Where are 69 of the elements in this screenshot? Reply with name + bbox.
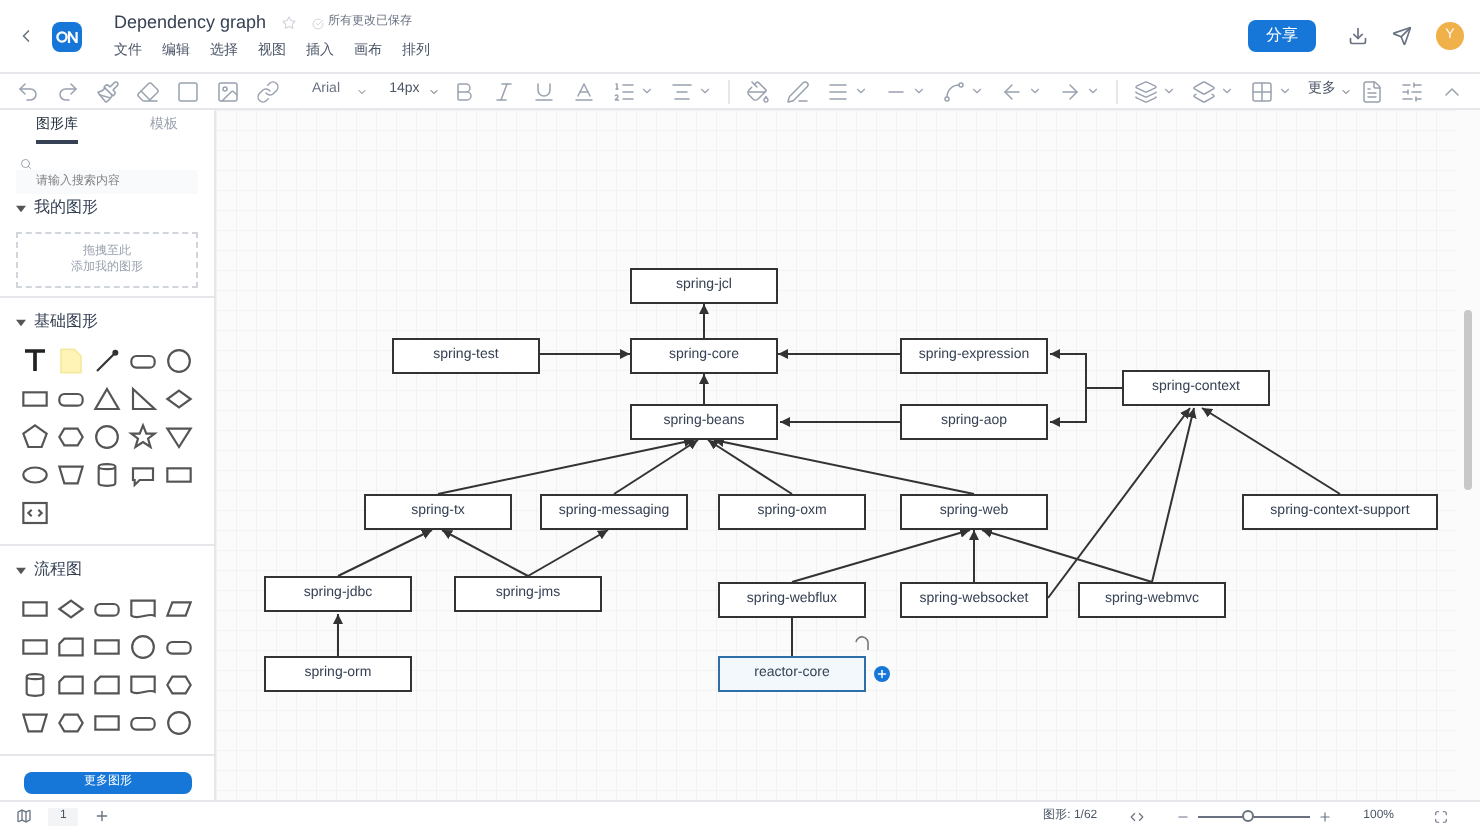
arrow[interactable] — [1151, 407, 1197, 583]
arrow[interactable] — [779, 417, 901, 427]
circle-shape-icon[interactable] — [91, 422, 122, 452]
card-shape-icon[interactable] — [55, 670, 86, 700]
fit-icon[interactable] — [1129, 809, 1144, 823]
send-icon[interactable] — [1392, 26, 1412, 46]
trapezoid-shape-icon[interactable] — [55, 460, 86, 490]
caret-icon — [427, 85, 440, 97]
star-icon[interactable] — [282, 16, 297, 31]
caret-icon — [356, 85, 369, 97]
arrow[interactable] — [707, 439, 793, 495]
rotate-handle-icon[interactable] — [854, 636, 870, 652]
document-title[interactable]: Dependency graph — [114, 10, 267, 37]
right-triangle-shape-icon[interactable] — [128, 384, 159, 414]
arrow[interactable] — [437, 437, 695, 495]
hexagon-shape-icon[interactable] — [55, 708, 86, 738]
section-title[interactable]: 流程图 — [34, 558, 82, 582]
hexagon-shape-icon[interactable] — [164, 670, 195, 700]
circle-shape-icon[interactable] — [128, 632, 159, 662]
trapezoid-shape-icon[interactable] — [19, 708, 50, 738]
arrow[interactable] — [699, 373, 709, 405]
expand-caret-icon[interactable] — [16, 203, 26, 213]
inverted-triangle-shape-icon[interactable] — [164, 422, 195, 452]
arrow[interactable] — [969, 529, 979, 583]
code-shape-icon[interactable] — [19, 498, 50, 528]
pentagon-shape-icon[interactable] — [19, 422, 50, 452]
search-icon — [20, 158, 32, 170]
ellipse-shape-icon[interactable] — [19, 460, 50, 490]
arrow[interactable] — [713, 437, 975, 495]
download-icon[interactable] — [1348, 26, 1368, 46]
line-shape-icon[interactable] — [91, 346, 122, 376]
arrow[interactable] — [337, 529, 433, 577]
scrollbar[interactable] — [1464, 310, 1472, 490]
fullscreen-icon[interactable] — [1434, 809, 1448, 823]
diamond-shape-icon[interactable] — [55, 594, 86, 624]
document-shape-icon[interactable] — [128, 594, 159, 624]
arrow[interactable] — [699, 303, 709, 339]
arrow[interactable] — [527, 529, 609, 577]
section-title[interactable]: 我的图形 — [34, 196, 98, 220]
arrow[interactable] — [791, 528, 971, 583]
hexagon-shape-icon[interactable] — [55, 422, 86, 452]
arrow[interactable] — [539, 349, 631, 359]
star-shape-icon[interactable] — [128, 422, 159, 452]
arrow[interactable] — [613, 439, 699, 495]
diamond-shape-icon[interactable] — [164, 384, 195, 414]
arrow[interactable] — [441, 529, 529, 577]
arrow[interactable] — [777, 349, 901, 359]
text-shape-icon[interactable] — [19, 346, 50, 376]
zoom-slider-thumb[interactable] — [1241, 810, 1254, 822]
expand-caret-icon[interactable] — [16, 317, 26, 327]
add-page-icon[interactable] — [94, 808, 111, 824]
card-shape-icon[interactable] — [91, 670, 122, 700]
arrow[interactable] — [981, 528, 1153, 583]
card-shape-icon[interactable] — [55, 632, 86, 662]
circle-shape-icon[interactable] — [164, 346, 195, 376]
arrow[interactable] — [333, 613, 343, 657]
elbow-arrow[interactable] — [1049, 349, 1123, 427]
expand-caret-icon[interactable] — [16, 565, 26, 575]
app-logo[interactable] — [52, 21, 82, 51]
section-title[interactable]: 基础图形 — [34, 310, 98, 334]
circle-shape-icon[interactable] — [164, 708, 195, 738]
arrow[interactable] — [1201, 407, 1341, 495]
triangle-shape-icon[interactable] — [91, 384, 122, 414]
saved-icon — [312, 17, 325, 30]
pages-icon[interactable] — [16, 808, 32, 824]
document-shape-icon[interactable] — [128, 670, 159, 700]
diagram-canvas[interactable] — [216, 110, 1480, 800]
caret-icon — [1340, 85, 1352, 97]
share-button[interactable]: 分享 — [1248, 20, 1316, 52]
